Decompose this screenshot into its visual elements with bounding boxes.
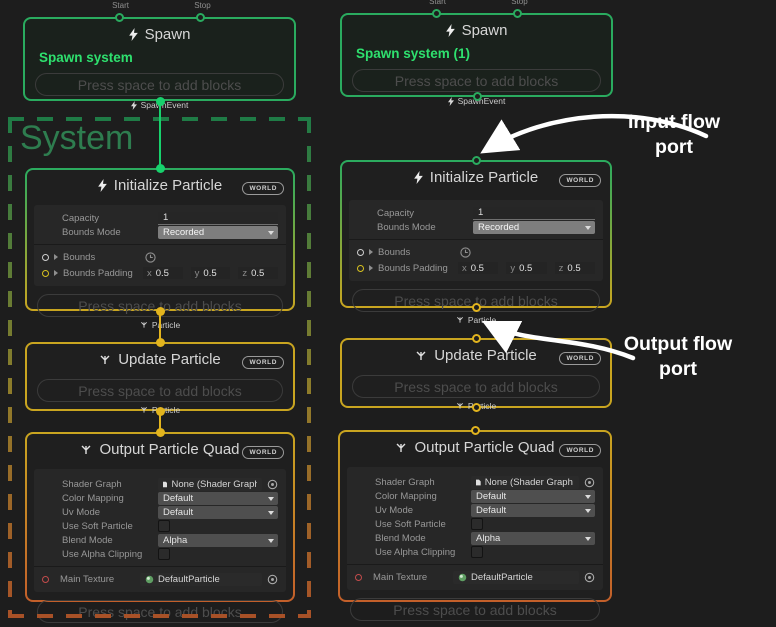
system-border-right bbox=[307, 117, 311, 618]
update-output-flow-port[interactable] bbox=[472, 403, 481, 412]
update-output-flow-port[interactable] bbox=[156, 407, 165, 416]
node-title: Spawn bbox=[462, 22, 508, 39]
spawn-node-left[interactable]: Start Stop Spawn Spawn system Press spac… bbox=[23, 17, 296, 101]
update-particle-node-right[interactable]: Update Particle WORLD Press space to add… bbox=[340, 338, 612, 408]
use-soft-particle-checkbox[interactable] bbox=[471, 518, 483, 530]
start-port-label: Start bbox=[112, 1, 129, 10]
output-input-flow-port[interactable] bbox=[156, 428, 165, 437]
capacity-field[interactable]: 1 bbox=[473, 207, 595, 220]
bounds-mode-label: Bounds Mode bbox=[377, 222, 473, 233]
chevron-down-icon bbox=[585, 509, 591, 513]
init-input-flow-port[interactable] bbox=[156, 164, 165, 173]
lightning-icon bbox=[446, 24, 455, 37]
world-space-badge[interactable]: WORLD bbox=[559, 444, 601, 457]
use-alpha-clipping-label: Use Alpha Clipping bbox=[375, 547, 471, 558]
spawn-output-flow-port[interactable] bbox=[473, 92, 482, 101]
lightning-icon bbox=[414, 171, 423, 184]
bounds-input-port[interactable] bbox=[357, 249, 364, 256]
output-particle-quad-node-right[interactable]: Output Particle Quad WORLD Shader Graph … bbox=[338, 430, 612, 602]
particle-icon bbox=[415, 350, 427, 362]
add-blocks-placeholder[interactable]: Press space to add blocks bbox=[352, 375, 600, 398]
output-input-flow-port[interactable] bbox=[471, 426, 480, 435]
blend-mode-dropdown[interactable]: Alpha bbox=[471, 532, 595, 545]
foldout-arrow-icon[interactable] bbox=[369, 249, 373, 255]
add-blocks-placeholder[interactable]: Press space to add blocks bbox=[350, 598, 600, 621]
system-name-label[interactable]: Spawn system bbox=[39, 50, 294, 65]
init-output-flow-port[interactable] bbox=[472, 303, 481, 312]
file-icon bbox=[476, 478, 481, 487]
system-group-title: System bbox=[20, 119, 133, 158]
texture-thumbnail-icon bbox=[458, 573, 467, 582]
world-space-badge[interactable]: WORLD bbox=[559, 174, 601, 187]
world-space-badge[interactable]: WORLD bbox=[559, 352, 601, 365]
shader-graph-field[interactable]: None (Shader Graph Vfx Asset) bbox=[471, 476, 579, 489]
padding-y-field[interactable]: y0.5 bbox=[506, 262, 546, 274]
bounds-padding-input-port[interactable] bbox=[357, 265, 364, 272]
capacity-label: Capacity bbox=[377, 208, 473, 219]
divider bbox=[349, 239, 603, 240]
foldout-arrow-icon[interactable] bbox=[369, 265, 373, 271]
particle-port-label: Particle bbox=[468, 315, 496, 325]
start-flow-port[interactable]: Start bbox=[115, 13, 124, 22]
main-texture-label: Main Texture bbox=[373, 572, 453, 583]
update-input-flow-port[interactable] bbox=[472, 334, 481, 343]
bounds-mode-dropdown[interactable]: Recorded bbox=[473, 221, 595, 234]
stop-port-label: Stop bbox=[194, 1, 210, 10]
bounds-padding-label: Bounds Padding bbox=[378, 263, 458, 274]
clock-icon[interactable] bbox=[460, 247, 471, 258]
color-mapping-label: Color Mapping bbox=[375, 491, 471, 502]
blend-mode-label: Blend Mode bbox=[375, 533, 471, 544]
spawn-node-right[interactable]: Start Stop Spawn Spawn system (1) Press … bbox=[340, 13, 613, 97]
divider bbox=[347, 564, 603, 565]
color-mapping-dropdown[interactable]: Default bbox=[471, 490, 595, 503]
chevron-down-icon bbox=[585, 226, 591, 230]
particle-icon bbox=[456, 402, 464, 410]
lightning-icon bbox=[129, 28, 138, 41]
lightning-icon bbox=[448, 97, 454, 106]
main-texture-field[interactable]: DefaultParticle bbox=[453, 571, 579, 584]
system-name-label[interactable]: Spawn system (1) bbox=[356, 46, 611, 61]
initialize-particle-node-right[interactable]: Initialize Particle WORLD Capacity 1 Bou… bbox=[340, 160, 612, 308]
start-port-label: Start bbox=[429, 0, 446, 6]
init-output-flow-port[interactable] bbox=[156, 307, 165, 316]
update-input-flow-port[interactable] bbox=[156, 338, 165, 347]
system-border-bottom bbox=[8, 614, 311, 618]
particle-icon bbox=[456, 316, 464, 324]
uv-mode-label: Uv Mode bbox=[375, 505, 471, 516]
stop-port-label: Stop bbox=[511, 0, 527, 6]
system-group[interactable]: System bbox=[8, 117, 311, 618]
add-blocks-placeholder[interactable]: Press space to add blocks bbox=[352, 69, 601, 92]
padding-x-field[interactable]: x0.5 bbox=[458, 262, 498, 274]
padding-z-field[interactable]: z0.5 bbox=[555, 262, 595, 274]
shader-graph-label: Shader Graph bbox=[375, 477, 471, 488]
output-flow-port-annotation: Output flow port bbox=[612, 332, 744, 382]
object-picker-icon[interactable] bbox=[584, 572, 595, 583]
main-texture-input-port[interactable] bbox=[355, 574, 362, 581]
input-flow-port-annotation: Input flow port bbox=[608, 110, 740, 160]
node-title: Update Particle bbox=[434, 347, 537, 364]
node-title: Output Particle Quad bbox=[414, 439, 554, 456]
flow-edge-spawn-to-init[interactable] bbox=[159, 100, 162, 168]
node-title: Spawn bbox=[145, 26, 191, 43]
particle-icon bbox=[395, 442, 407, 454]
add-blocks-placeholder[interactable]: Press space to add blocks bbox=[35, 73, 284, 96]
use-soft-particle-label: Use Soft Particle bbox=[375, 519, 471, 530]
start-flow-port[interactable]: Start bbox=[432, 9, 441, 18]
node-title: Initialize Particle bbox=[430, 169, 538, 186]
chevron-down-icon bbox=[585, 495, 591, 499]
init-input-flow-port[interactable] bbox=[472, 156, 481, 165]
vfx-graph-canvas[interactable]: System Start Stop Spawn Spawn system Pre… bbox=[0, 0, 776, 627]
chevron-down-icon bbox=[585, 537, 591, 541]
system-border-left bbox=[8, 117, 12, 618]
lightning-icon bbox=[131, 101, 137, 110]
object-picker-icon[interactable] bbox=[584, 477, 595, 488]
use-alpha-clipping-checkbox[interactable] bbox=[471, 546, 483, 558]
uv-mode-dropdown[interactable]: Default bbox=[471, 504, 595, 517]
spawn-output-flow-port[interactable] bbox=[156, 97, 165, 106]
bounds-label: Bounds bbox=[378, 247, 458, 258]
